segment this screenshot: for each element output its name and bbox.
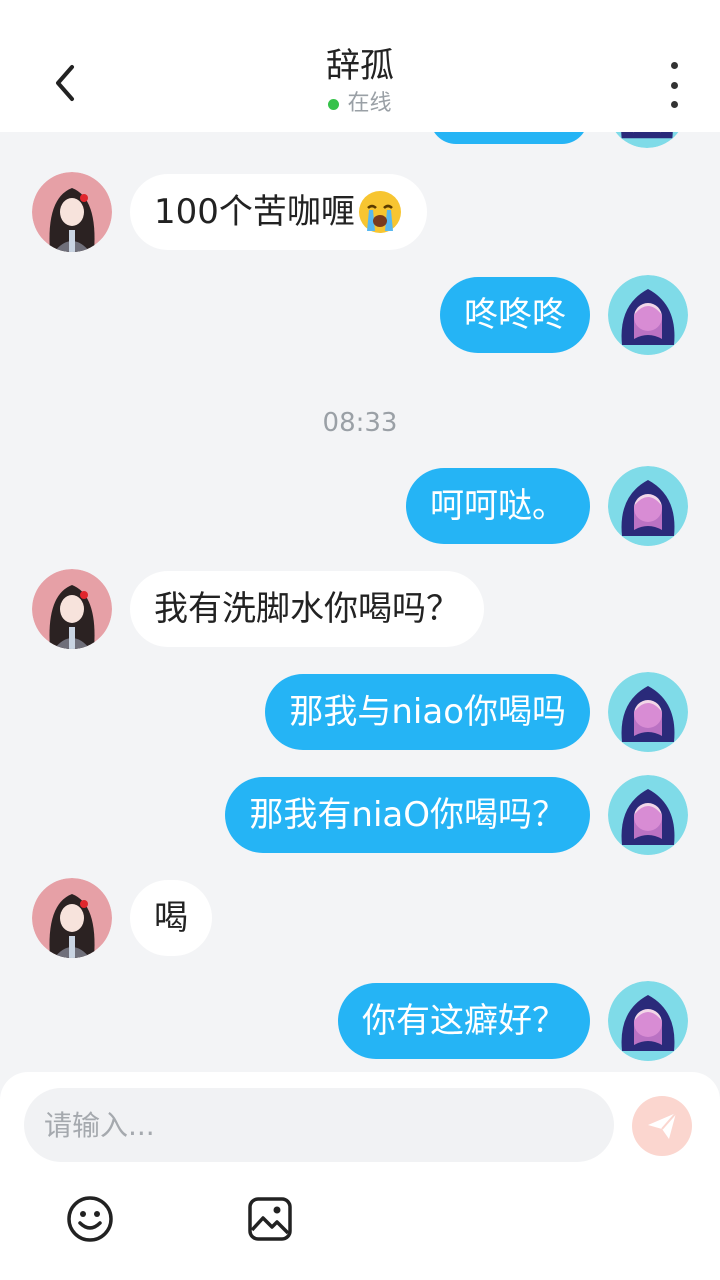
self-avatar[interactable]: [608, 275, 688, 355]
contact-avatar[interactable]: [32, 569, 112, 649]
chat-title-block: 辞孤 在线: [0, 44, 720, 118]
self-avatar[interactable]: [608, 775, 688, 855]
message-bubble[interactable]: 那我有niaO你喝吗？: [225, 777, 590, 853]
more-options-button[interactable]: [656, 62, 692, 108]
self-avatar[interactable]: [608, 672, 688, 752]
message-row-incoming: 我有洗脚水你喝吗？: [32, 569, 484, 649]
more-dot-icon: [670, 101, 678, 108]
message-row-incoming: 喝: [32, 878, 212, 958]
chat-header: 辞孤 在线: [0, 0, 720, 132]
message-timestamp: 08:33: [322, 408, 398, 438]
self-avatar[interactable]: [608, 981, 688, 1061]
self-avatar[interactable]: [608, 466, 688, 546]
message-input[interactable]: [24, 1088, 614, 1162]
message-bubble[interactable]: 呵呵哒。: [406, 468, 590, 544]
more-dot-icon: [670, 62, 678, 69]
message-bubble[interactable]: 喝: [130, 880, 212, 956]
contact-avatar[interactable]: [32, 878, 112, 958]
send-button[interactable]: [632, 1096, 692, 1156]
message-row-outgoing: 那我与niao你喝吗: [265, 672, 688, 752]
message-composer: [0, 1072, 720, 1280]
loudly-crying-face-icon: [357, 189, 403, 235]
online-status-label: 在线: [347, 91, 392, 116]
message-list[interactable]: 100个苦咖喱 咚咚咚 08:33 呵呵哒。 我有洗脚水你喝吗？ 那我与niao…: [0, 132, 720, 1072]
message-bubble[interactable]: 我有洗脚水你喝吗？: [130, 571, 484, 647]
image-button[interactable]: [245, 1194, 295, 1244]
image-icon: [248, 1197, 292, 1241]
message-text: 100个苦咖喱: [154, 192, 355, 232]
message-row-outgoing: 咚咚咚: [440, 275, 688, 355]
message-bubble[interactable]: 咚咚咚: [440, 277, 590, 353]
online-status: 在线: [0, 90, 720, 118]
message-row-outgoing: 那我有niaO你喝吗？: [225, 775, 688, 855]
message-bubble[interactable]: 你有这癖好？: [338, 983, 590, 1059]
more-dot-icon: [670, 81, 678, 89]
message-bubble[interactable]: 那我与niao你喝吗: [265, 674, 590, 750]
message-row-incoming: 100个苦咖喱: [32, 172, 427, 252]
message-row-outgoing: 你有这癖好？: [338, 981, 688, 1061]
emoji-icon: [67, 1196, 113, 1242]
message-bubble[interactable]: 100个苦咖喱: [130, 174, 427, 250]
contact-name: 辞孤: [326, 46, 394, 86]
message-bubble-partial: [430, 132, 588, 144]
paper-plane-icon: [648, 1112, 677, 1139]
self-avatar[interactable]: [608, 132, 686, 148]
contact-avatar[interactable]: [32, 172, 112, 252]
emoji-button[interactable]: [65, 1194, 115, 1244]
online-dot-icon: [328, 98, 340, 110]
message-row-outgoing: 呵呵哒。: [406, 466, 688, 546]
chat-screen: 辞孤 在线 100个苦咖喱 咚咚咚 08:33 呵呵哒。 我有洗脚水你喝吗？ 那…: [0, 0, 720, 1280]
